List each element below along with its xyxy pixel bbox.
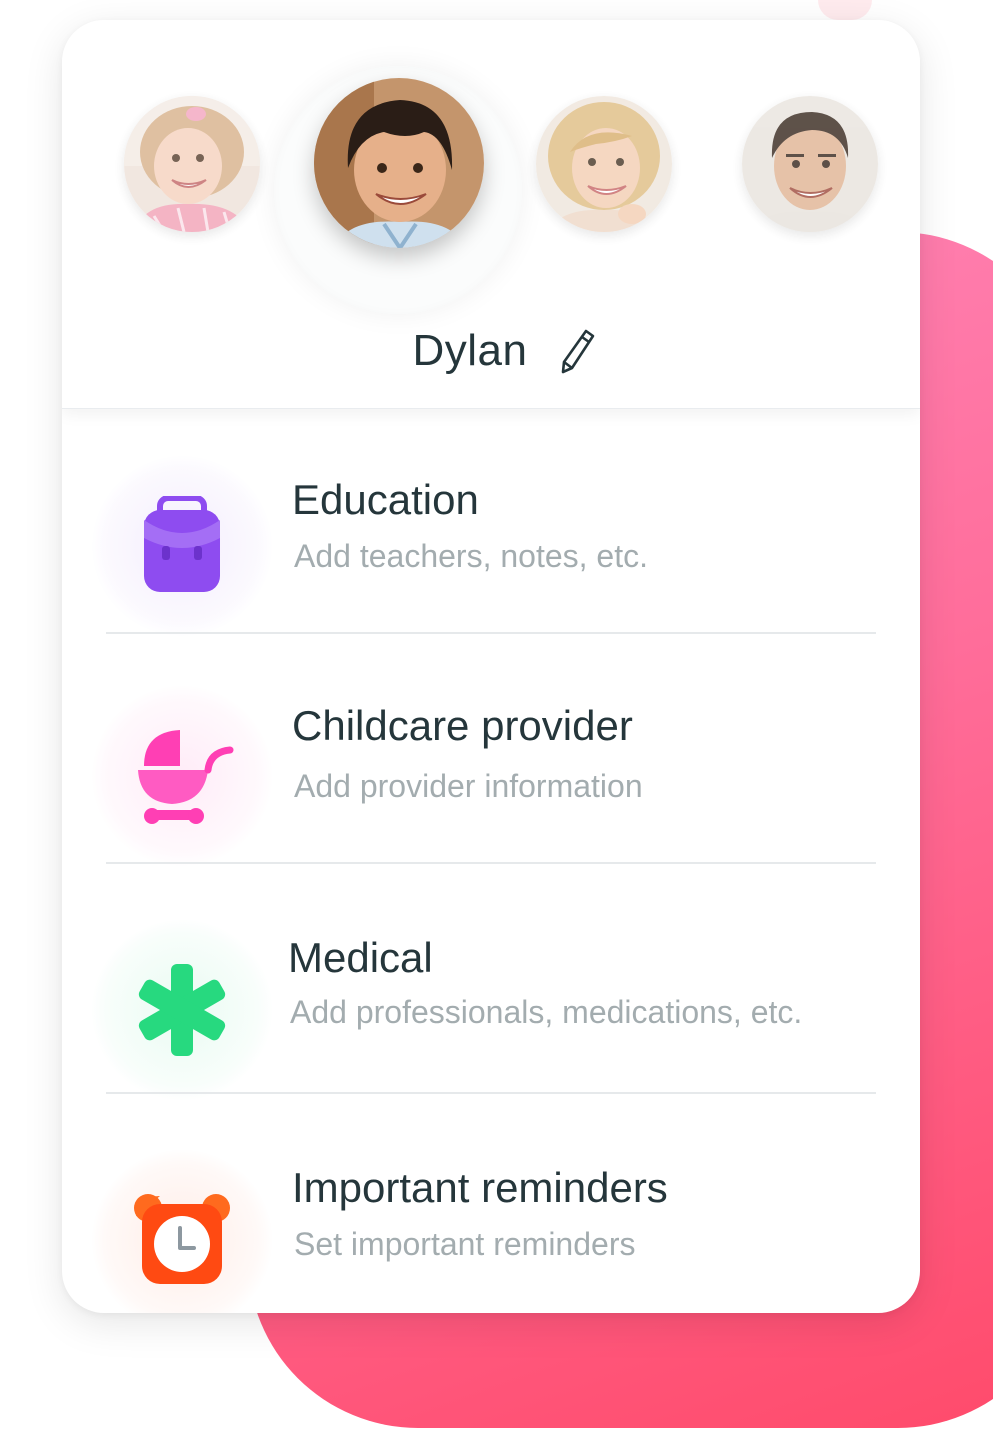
category-title: Medical — [288, 934, 433, 981]
app-screen: Dylan Education Add teachers, notes, etc… — [0, 0, 993, 1436]
name-row: Dylan — [62, 316, 920, 386]
avatar-girl[interactable] — [124, 96, 260, 232]
avatar-father[interactable] — [742, 96, 878, 232]
pencil-icon — [561, 329, 594, 374]
category-title: Important reminders — [292, 1164, 668, 1211]
row-divider — [106, 862, 876, 864]
row-divider — [106, 1092, 876, 1094]
medical-cross-icon — [138, 964, 226, 1056]
category-subtitle: Add provider information — [294, 768, 643, 804]
avatar-mother[interactable] — [536, 96, 672, 232]
category-row-education[interactable]: Education Add teachers, notes, etc. — [62, 422, 920, 650]
backpack-icon — [144, 496, 220, 592]
stroller-icon — [138, 730, 234, 824]
father-avatar — [742, 96, 878, 232]
category-subtitle: Add teachers, notes, etc. — [294, 538, 648, 574]
category-title: Education — [292, 476, 479, 523]
category-subtitle: Add professionals, medications, etc. — [290, 994, 803, 1030]
profile-card: Dylan Education Add teachers, notes, etc… — [62, 20, 920, 1313]
category-row-childcare[interactable]: Childcare provider Add provider informat… — [62, 650, 920, 878]
category-row-medical[interactable]: Medical Add professionals, medications, … — [62, 880, 920, 1108]
category-subtitle: Set important reminders — [294, 1226, 636, 1262]
profile-header: Dylan — [62, 20, 920, 409]
category-title: Childcare provider — [292, 702, 633, 749]
avatar-boy-selected[interactable] — [314, 78, 484, 248]
mother-avatar — [536, 96, 672, 232]
decorative-shape — [818, 0, 872, 20]
edit-name-button[interactable] — [558, 326, 598, 376]
alarm-clock-icon — [134, 1194, 230, 1284]
education-icon-wrap — [92, 456, 272, 636]
girl-avatar — [124, 96, 260, 232]
medical-icon-wrap — [92, 920, 272, 1100]
reminders-icon-wrap — [92, 1150, 272, 1313]
childcare-icon-wrap — [92, 686, 272, 866]
category-row-reminders[interactable]: Important reminders Set important remind… — [62, 1110, 920, 1313]
row-divider — [106, 632, 876, 634]
boy-avatar — [314, 78, 484, 248]
child-name: Dylan — [412, 326, 528, 375]
